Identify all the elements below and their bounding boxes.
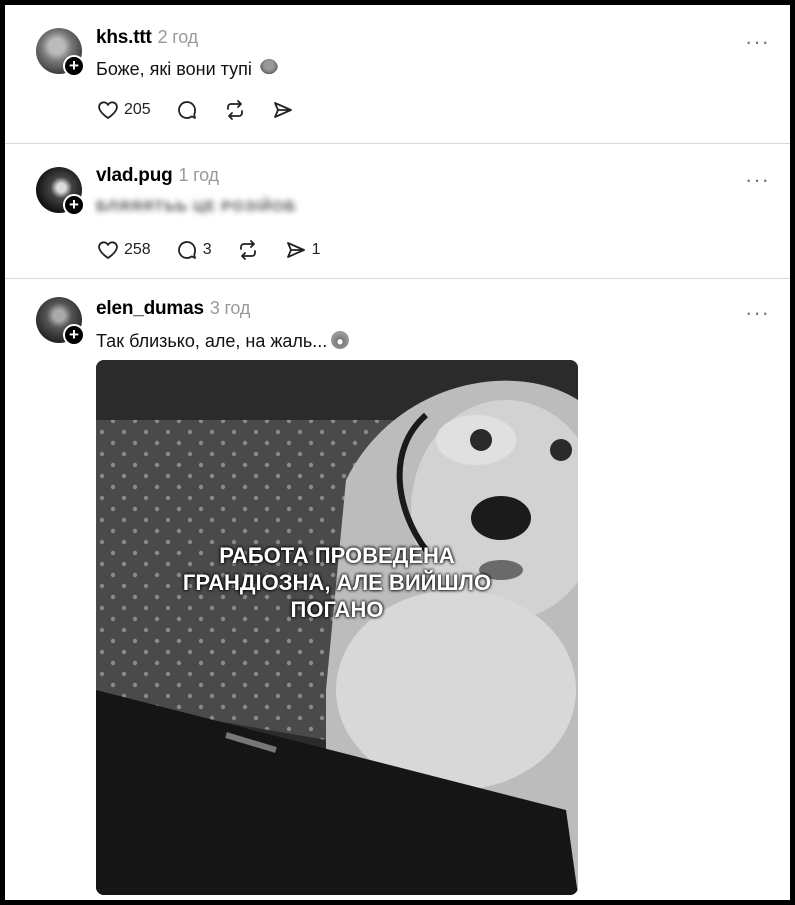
post-text: БЛЯЯЯТЬЬ ЦЕ РОЗІЙОБ: [96, 198, 297, 215]
follow-plus-icon[interactable]: +: [63, 324, 85, 346]
meme-caption-line: РАБОТА ПРОВЕДЕНА: [219, 543, 455, 568]
reply-count: 3: [202, 241, 212, 258]
username[interactable]: elen_dumas 3 год: [96, 298, 250, 320]
post-text: Боже, які вони тупі: [96, 59, 278, 80]
post-image[interactable]: РАБОТА ПРОВЕДЕНА ГРАНДІОЗНА, АЛЕ ВИЙШЛО …: [96, 360, 578, 895]
more-options-icon[interactable]: ···: [745, 169, 770, 191]
post-text: Так близько, але, на жаль...: [96, 331, 350, 352]
like-button[interactable]: 205: [96, 98, 151, 122]
post-text-content: Боже, які вони тупі: [96, 59, 252, 79]
username[interactable]: vlad.pug 1 год: [96, 165, 219, 187]
like-count: 205: [124, 101, 151, 118]
share-button[interactable]: [271, 98, 295, 122]
grin-sweat-emoji-icon: [331, 331, 350, 349]
heart-icon: [98, 101, 118, 119]
heart-icon: [98, 241, 118, 259]
username-text[interactable]: vlad.pug: [96, 165, 173, 186]
post-time: 2 год: [157, 27, 199, 47]
like-count: 258: [124, 241, 151, 258]
comment-icon: [177, 101, 196, 119]
meme-caption-line: ГРАНДІОЗНА, АЛЕ ВИЙШЛО: [182, 570, 492, 595]
post-actions: 258 3 1: [96, 238, 345, 262]
like-button[interactable]: 258: [96, 238, 151, 262]
repost-button[interactable]: [236, 238, 260, 262]
username-text[interactable]: elen_dumas: [96, 298, 204, 319]
feed: + khs.ttt 2 год ··· Боже, які вони тупі 2…: [5, 5, 790, 900]
username-text[interactable]: khs.ttt: [96, 27, 152, 48]
repost-button[interactable]: [223, 98, 247, 122]
username[interactable]: khs.ttt 2 год: [96, 27, 198, 49]
post-text-content: Так близько, але, на жаль...: [96, 331, 328, 351]
share-icon: [273, 102, 292, 118]
follow-plus-icon[interactable]: +: [63, 194, 85, 216]
share-count: 1: [311, 241, 321, 258]
post: + khs.ttt 2 год ··· Боже, які вони тупі 2…: [5, 5, 790, 144]
reply-button[interactable]: 3: [175, 238, 212, 262]
reply-button[interactable]: [175, 98, 199, 122]
follow-plus-icon[interactable]: +: [63, 55, 85, 77]
share-icon: [286, 242, 305, 258]
post-time: 1 год: [178, 165, 220, 185]
more-options-icon[interactable]: ···: [745, 302, 770, 324]
repost-icon: [239, 240, 256, 260]
post-actions: 205: [96, 98, 319, 122]
dog-meme-picture: [96, 360, 578, 895]
post-time: 3 год: [209, 298, 251, 318]
share-button[interactable]: 1: [284, 238, 321, 262]
face-emoji-icon: [259, 59, 278, 77]
repost-icon: [226, 100, 243, 120]
post: + vlad.pug 1 год ··· БЛЯЯЯТЬЬ ЦЕ РОЗІЙОБ …: [5, 143, 790, 279]
comment-icon: [177, 241, 196, 259]
meme-caption-line: ПОГАНО: [290, 597, 384, 622]
meme-caption: РАБОТА ПРОВЕДЕНА ГРАНДІОЗНА, АЛЕ ВИЙШЛО …: [96, 542, 578, 623]
more-options-icon[interactable]: ···: [745, 31, 770, 53]
